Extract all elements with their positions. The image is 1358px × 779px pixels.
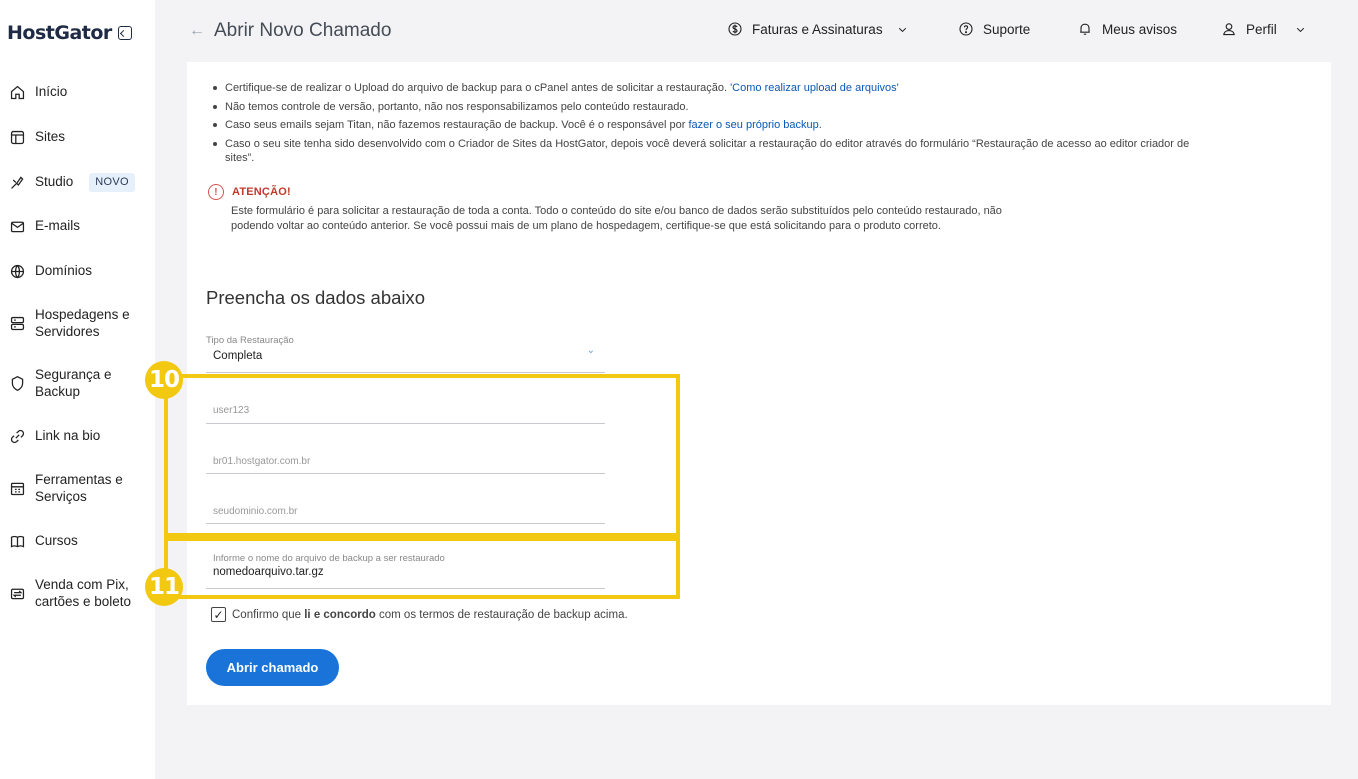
nav-label: Suporte — [983, 21, 1031, 37]
terms-checkbox[interactable]: ✓ — [211, 607, 226, 622]
nav-label: Meus avisos — [1102, 21, 1178, 37]
nav-label: Perfil — [1246, 21, 1277, 37]
sidebar-item-hospedagens[interactable]: Hospedagens e Servidores — [8, 306, 148, 340]
page-title: Abrir Novo Chamado — [214, 20, 392, 41]
bell-icon — [1080, 23, 1090, 35]
chevron-down-icon — [1296, 27, 1304, 32]
sidebar-item-dominios[interactable]: Domínios — [8, 262, 92, 281]
note-text: . — [818, 119, 822, 131]
server-icon — [8, 314, 27, 333]
link-icon — [8, 427, 27, 446]
sidebar-item-label: Ferramentas e Serviços — [35, 472, 123, 504]
highlight-box-10 — [164, 374, 680, 537]
chevron-down-icon: ⌄ — [586, 345, 595, 356]
home-icon — [8, 83, 27, 102]
sidebar-item-label: Hospedagens e Servidores — [35, 307, 130, 339]
sidebar-item-label: Sites — [35, 129, 66, 144]
form-section-title: Preencha os dados abaixo — [206, 287, 426, 308]
note-text: Caso o seu site tenha sido desenvolvido … — [225, 137, 1190, 150]
back-button[interactable]: ← Abrir Novo Chamado — [189, 20, 391, 42]
note-text: Não temos controle de versão, portanto, … — [225, 100, 689, 113]
sidebar-item-link-bio[interactable]: Link na bio — [8, 427, 100, 446]
layout-icon — [8, 128, 27, 147]
attention-box: ! ATENÇÃO! Este formulário é para solici… — [208, 184, 1028, 234]
nav-label: Faturas e Assinaturas — [752, 21, 883, 37]
new-badge: NOVO — [89, 173, 135, 192]
sidebar-item-emails[interactable]: E-mails — [8, 217, 80, 236]
list-item: Caso seus emails sejam Titan, não fazemo… — [209, 116, 1309, 135]
sidebar-item-label: Venda com Pix, cartões e boleto — [35, 577, 132, 609]
sidebar-item-inicio[interactable]: Início — [8, 83, 67, 102]
mail-icon — [8, 217, 27, 236]
sidebar-item-studio[interactable]: Studio NOVO — [8, 173, 135, 192]
restoration-type-select[interactable]: Tipo da Restauração Completa ⌄ — [206, 335, 605, 373]
step-number-badge: 10 — [145, 361, 183, 399]
upload-help-link[interactable]: 'Como realizar upload de arquivos' — [730, 82, 899, 94]
terms-text: Confirmo que li e concordo com os termos… — [232, 608, 628, 621]
alert-circle-icon: ! — [208, 184, 224, 200]
brand-name: HostGator — [7, 22, 112, 44]
sidebar-item-label: Início — [35, 84, 68, 99]
nav-suporte[interactable]: Suporte — [958, 21, 1030, 37]
sidebar-item-ferramentas[interactable]: Ferramentas e Serviços — [8, 471, 148, 505]
restoration-type-label: Tipo da Restauração — [206, 335, 294, 346]
sidebar-item-label: Studio — [35, 174, 74, 189]
dollar-circle-icon — [728, 22, 742, 36]
note-text: Caso seus emails sejam Titan, não fazemo… — [225, 119, 689, 131]
sidebar: HostGator Início Sites Studio NOVO E-mai… — [0, 0, 155, 779]
sidebar-item-label: E-mails — [35, 218, 81, 233]
user-icon — [1223, 23, 1235, 36]
nav-avisos[interactable]: Meus avisos — [1077, 21, 1177, 37]
submit-ticket-button[interactable]: Abrir chamado — [206, 649, 339, 686]
terms-confirmation: ✓ Confirmo que li e concordo com os term… — [211, 607, 628, 622]
sidebar-item-label: Link na bio — [35, 428, 101, 443]
brand-logo[interactable]: HostGator — [7, 22, 132, 44]
shield-icon — [8, 374, 27, 393]
transfer-icon — [8, 584, 27, 603]
note-text: sites”. — [225, 152, 255, 164]
list-item: Certifique-se de realizar o Upload do ar… — [209, 79, 1309, 98]
nav-faturas[interactable]: Faturas e Assinaturas — [727, 21, 909, 37]
instructions-list: Certifique-se de realizar o Upload do ar… — [209, 79, 1309, 167]
chevron-down-icon — [898, 27, 906, 32]
globe-icon — [8, 262, 27, 281]
sidebar-item-label: Segurança e Backup — [35, 367, 112, 399]
top-header: ← Abrir Novo Chamado Faturas e Assinatur… — [155, 0, 1358, 60]
collapse-sidebar-icon[interactable] — [117, 26, 132, 40]
tools-icon — [8, 479, 27, 498]
help-circle-icon — [959, 22, 973, 36]
attention-title: ATENÇÃO! — [232, 186, 291, 198]
sidebar-item-seguranca[interactable]: Segurança e Backup — [8, 366, 148, 400]
note-text: Certifique-se de realizar o Upload do ar… — [225, 82, 731, 94]
list-item: Não temos controle de versão, portanto, … — [209, 98, 1309, 117]
step-number-badge: 11 — [145, 568, 183, 606]
sidebar-item-venda[interactable]: Venda com Pix, cartões e boleto — [8, 576, 148, 610]
sidebar-item-cursos[interactable]: Cursos — [8, 532, 78, 551]
own-backup-link[interactable]: fazer o seu próprio backup — [688, 119, 818, 131]
sidebar-item-sites[interactable]: Sites — [8, 128, 65, 147]
nav-perfil[interactable]: Perfil — [1221, 21, 1307, 37]
highlight-box-11 — [164, 537, 680, 599]
brush-icon — [8, 173, 27, 192]
attention-text: Este formulário é para solicitar a resta… — [231, 205, 1002, 232]
sidebar-item-label: Domínios — [35, 263, 93, 278]
sidebar-item-label: Cursos — [35, 533, 78, 548]
list-item: Caso o seu site tenha sido desenvolvido … — [209, 135, 1309, 166]
restoration-type-value: Completa — [213, 350, 263, 362]
arrow-left-icon: ← — [189, 22, 205, 39]
book-icon — [8, 532, 27, 551]
